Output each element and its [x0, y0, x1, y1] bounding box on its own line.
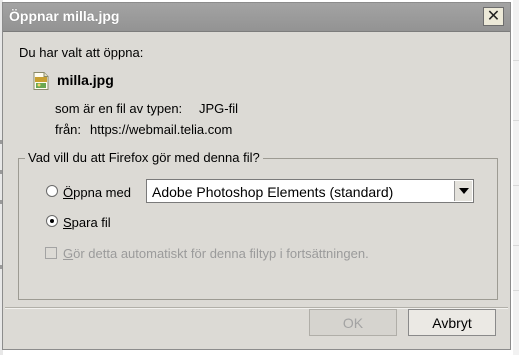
action-group-legend: Vad vill du att Firefox gör med denna fi…	[25, 150, 263, 165]
file-name: milla.jpg	[57, 72, 114, 88]
open-with-label-accel: Ö	[63, 185, 74, 200]
dialog-content: Du har valt att öppna: milla.jpg som är …	[3, 32, 510, 349]
jpg-file-icon	[33, 72, 49, 90]
background-page-strip	[513, 0, 519, 355]
intro-text: Du har valt att öppna:	[19, 45, 144, 60]
auto-action-label[interactable]: Gör detta automatiskt för denna filtyp i…	[63, 246, 369, 261]
open-with-app-select[interactable]: Adobe Photoshop Elements (standard)	[146, 179, 474, 203]
close-button[interactable]: ✕	[483, 7, 504, 26]
open-with-label[interactable]: Öppna med	[63, 185, 131, 200]
file-type-label: som är en fil av typen:	[55, 101, 183, 116]
auto-action-label-rest: ör detta automatiskt för denna filtyp i …	[73, 246, 369, 261]
dialog-title: Öppnar milla.jpg	[9, 8, 120, 24]
auto-action-label-accel: G	[63, 246, 74, 261]
save-file-label[interactable]: Spara fil	[63, 215, 111, 230]
radio-selected-dot	[50, 219, 54, 223]
background-line	[513, 290, 519, 291]
save-file-label-rest: para fil	[71, 215, 111, 230]
background-line	[513, 245, 519, 246]
download-dialog: Öppnar milla.jpg ✕ Du har valt att öppna…	[2, 2, 511, 350]
ok-button[interactable]: OK	[309, 309, 397, 336]
dropdown-button[interactable]	[454, 181, 472, 201]
file-source-label: från:	[55, 122, 82, 137]
background-line	[513, 120, 519, 121]
background-line	[513, 60, 519, 61]
cancel-button[interactable]: Avbryt	[408, 309, 496, 336]
open-with-app-value: Adobe Photoshop Elements (standard)	[152, 184, 394, 200]
auto-action-checkbox[interactable]	[45, 247, 57, 259]
save-file-label-accel: S	[63, 215, 72, 230]
open-with-radio[interactable]	[46, 185, 58, 197]
open-with-label-rest: ppna med	[73, 185, 131, 200]
title-bar[interactable]: Öppnar milla.jpg ✕	[3, 3, 510, 32]
file-source-url: https://webmail.telia.com	[90, 122, 233, 137]
background-line	[513, 185, 519, 186]
save-file-radio[interactable]	[46, 215, 58, 227]
file-type-value: JPG-fil	[199, 101, 238, 116]
close-icon: ✕	[486, 7, 501, 25]
chevron-down-icon	[458, 188, 469, 194]
